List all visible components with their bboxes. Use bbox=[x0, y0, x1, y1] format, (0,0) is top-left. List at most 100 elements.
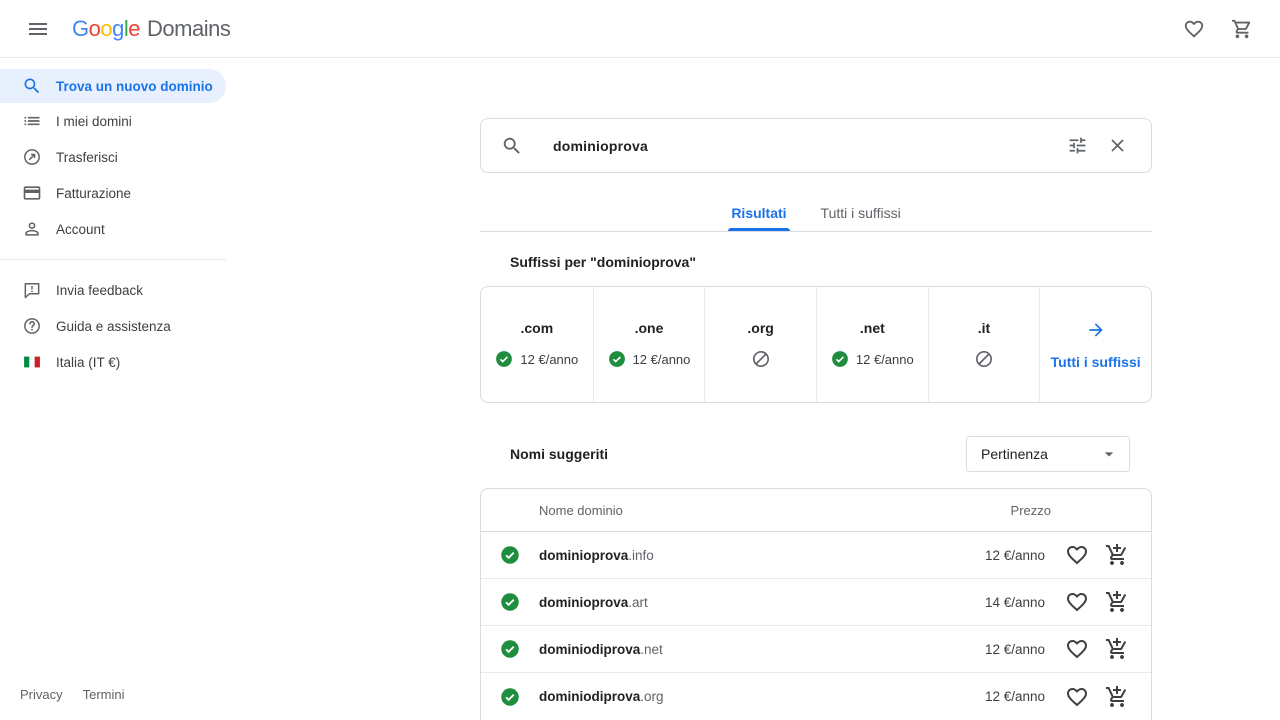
transfer-icon bbox=[22, 147, 42, 167]
table-row[interactable]: dominioprova.info 12 €/anno bbox=[481, 532, 1151, 579]
logo-letter: G bbox=[72, 16, 89, 42]
suffix-status bbox=[974, 349, 994, 369]
table-row[interactable]: dominiodiprova.org 12 €/anno bbox=[481, 673, 1151, 720]
sidebar-item-transfer[interactable]: Trasferisci bbox=[0, 139, 226, 175]
main-content: Risultati Tutti i suffissi Suffissi per … bbox=[480, 58, 1152, 720]
suffix-status bbox=[751, 349, 771, 369]
tune-icon bbox=[1067, 135, 1088, 156]
favorite-domain-button[interactable] bbox=[1065, 543, 1089, 567]
unavailable-icon bbox=[974, 349, 994, 369]
column-header-domain-name: Nome dominio bbox=[539, 503, 931, 518]
tab-results[interactable]: Risultati bbox=[714, 195, 803, 231]
tab-all-suffixes[interactable]: Tutti i suffissi bbox=[804, 195, 918, 231]
add-cart-icon bbox=[1105, 543, 1129, 567]
add-to-cart-button[interactable] bbox=[1105, 685, 1129, 709]
person-icon bbox=[22, 219, 42, 239]
domain-base: dominiodiprova bbox=[539, 642, 640, 657]
available-check-icon bbox=[500, 639, 520, 659]
sidebar-item-region-currency[interactable]: Italia (IT €) bbox=[0, 344, 226, 380]
sidebar-item-help[interactable]: Guida e assistenza bbox=[0, 308, 226, 344]
list-icon bbox=[22, 111, 42, 131]
sidebar-item-label: Italia (IT €) bbox=[56, 355, 120, 370]
add-cart-icon bbox=[1105, 685, 1129, 709]
sidebar-item-send-feedback[interactable]: Invia feedback bbox=[0, 272, 226, 308]
all-suffixes-card[interactable]: Tutti i suffissi bbox=[1039, 287, 1151, 402]
suffix-tld: .net bbox=[860, 320, 885, 336]
suggestions-table: Nome dominio Prezzo dominioprova.info 12… bbox=[480, 488, 1152, 720]
close-icon bbox=[1107, 135, 1128, 156]
privacy-link[interactable]: Privacy bbox=[20, 687, 63, 702]
logo-letter: o bbox=[89, 16, 101, 42]
domain-tld: .info bbox=[628, 548, 654, 563]
table-header: Nome dominio Prezzo bbox=[481, 489, 1151, 532]
logo-product-name: Domains bbox=[147, 16, 230, 42]
clear-search-button[interactable] bbox=[1097, 126, 1137, 166]
available-check-icon bbox=[831, 350, 849, 368]
favorite-domain-button[interactable] bbox=[1065, 590, 1089, 614]
sidebar-item-label: Account bbox=[56, 222, 105, 237]
suffix-strip: .com 12 €/anno .one 12 €/anno .org .net … bbox=[480, 286, 1152, 403]
suffix-status: 12 €/anno bbox=[608, 349, 691, 369]
sidebar-item-billing[interactable]: Fatturazione bbox=[0, 175, 226, 211]
favorite-domain-button[interactable] bbox=[1065, 637, 1089, 661]
sidebar-item-account[interactable]: Account bbox=[0, 211, 226, 247]
favorites-button[interactable] bbox=[1174, 9, 1214, 49]
sidebar-divider bbox=[0, 259, 226, 260]
column-header-price: Prezzo bbox=[931, 503, 1051, 518]
domain-price: 12 €/anno bbox=[925, 642, 1045, 657]
suffix-tld: .one bbox=[635, 320, 664, 336]
domain-name: dominiodiprova.org bbox=[539, 689, 925, 704]
suffix-tld: .com bbox=[520, 320, 553, 336]
suffix-status: 12 €/anno bbox=[831, 349, 914, 369]
sidebar-item-label: Fatturazione bbox=[56, 186, 131, 201]
suffix-card-net[interactable]: .net 12 €/anno bbox=[816, 287, 928, 402]
suffixes-heading: Suffissi per "dominioprova" bbox=[480, 254, 1152, 270]
topbar-actions bbox=[1174, 9, 1262, 49]
add-to-cart-button[interactable] bbox=[1105, 637, 1129, 661]
sidebar-item-find-new-domain[interactable]: Trova un nuovo dominio bbox=[0, 69, 226, 103]
search-filters-button[interactable] bbox=[1057, 126, 1097, 166]
google-domains-logo[interactable]: Google Domains bbox=[72, 16, 230, 42]
suggestions-heading: Nomi suggeriti bbox=[480, 446, 608, 462]
domain-search-box bbox=[480, 118, 1152, 173]
domain-tld: .org bbox=[640, 689, 663, 704]
suffix-card-com[interactable]: .com 12 €/anno bbox=[481, 287, 593, 402]
domain-base: dominioprova bbox=[539, 595, 628, 610]
domain-tld: .net bbox=[640, 642, 663, 657]
table-row[interactable]: dominioprova.art 14 €/anno bbox=[481, 579, 1151, 626]
sort-dropdown[interactable]: Pertinenza bbox=[966, 436, 1130, 472]
suffix-card-one[interactable]: .one 12 €/anno bbox=[593, 287, 705, 402]
favorite-domain-button[interactable] bbox=[1065, 685, 1089, 709]
heart-icon bbox=[1183, 18, 1205, 40]
heart-icon bbox=[1065, 685, 1089, 709]
domain-base: dominiodiprova bbox=[539, 689, 640, 704]
cart-button[interactable] bbox=[1222, 9, 1262, 49]
domain-price: 14 €/anno bbox=[925, 595, 1045, 610]
table-row[interactable]: dominiodiprova.net 12 €/anno bbox=[481, 626, 1151, 673]
available-check-icon bbox=[500, 592, 520, 612]
heart-icon bbox=[1065, 637, 1089, 661]
suffix-card-org[interactable]: .org bbox=[704, 287, 816, 402]
sidebar-item-label: Trasferisci bbox=[56, 150, 118, 165]
logo-letter: e bbox=[128, 16, 140, 42]
logo-letter: g bbox=[112, 16, 124, 42]
sidebar-item-label: Trova un nuovo dominio bbox=[56, 79, 213, 94]
domain-base: dominioprova bbox=[539, 548, 628, 563]
available-check-icon bbox=[500, 545, 520, 565]
suffix-card-it[interactable]: .it bbox=[928, 287, 1040, 402]
sidebar-footer: Privacy Termini bbox=[20, 687, 125, 702]
italy-flag-icon bbox=[22, 352, 42, 372]
chevron-down-icon bbox=[1099, 444, 1119, 464]
domain-name: dominioprova.art bbox=[539, 595, 925, 610]
sidebar-item-my-domains[interactable]: I miei domini bbox=[0, 103, 226, 139]
add-to-cart-button[interactable] bbox=[1105, 590, 1129, 614]
domain-price: 12 €/anno bbox=[925, 689, 1045, 704]
terms-link[interactable]: Termini bbox=[83, 687, 125, 702]
domain-search-input[interactable] bbox=[553, 138, 1057, 154]
hamburger-menu-button[interactable] bbox=[18, 9, 58, 49]
sidebar-item-label: I miei domini bbox=[56, 114, 132, 129]
sidebar: Trova un nuovo dominio I miei domini Tra… bbox=[0, 58, 226, 720]
hamburger-icon bbox=[26, 17, 50, 41]
add-to-cart-button[interactable] bbox=[1105, 543, 1129, 567]
available-check-icon bbox=[495, 350, 513, 368]
